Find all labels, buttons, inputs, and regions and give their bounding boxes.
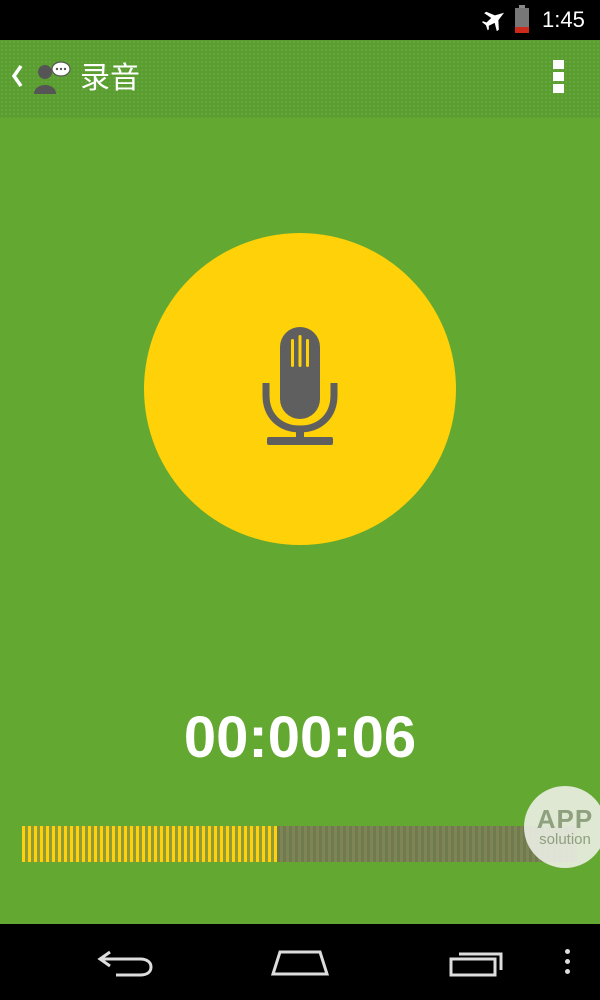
audio-level-fill	[22, 826, 278, 862]
elapsed-timer: 00:00:06	[183, 705, 417, 770]
recorder-panel: 00:00:06 APP solution	[0, 118, 600, 924]
status-bar: 1:45	[0, 0, 600, 40]
page-title: 录音	[80, 61, 140, 96]
recents-icon[interactable]	[448, 948, 506, 978]
watermark-top: APP	[536, 804, 594, 834]
watermark-logo: APP solution	[524, 786, 600, 868]
home-icon[interactable]	[270, 948, 330, 978]
menu-icon[interactable]	[563, 949, 571, 979]
microphone-icon	[262, 327, 338, 445]
back-icon[interactable]	[96, 948, 154, 978]
app-logo-icon[interactable]	[32, 60, 72, 96]
back-chevron-icon[interactable]	[10, 64, 24, 88]
audio-level-meter	[22, 826, 577, 862]
watermark-bottom: solution	[539, 831, 591, 848]
status-time: 1:45	[542, 7, 585, 32]
system-nav-bar	[0, 924, 600, 1000]
record-button[interactable]	[144, 233, 456, 545]
airplane-mode-icon	[482, 11, 505, 31]
battery-icon	[515, 5, 529, 33]
app-bar: 录音	[0, 40, 600, 118]
overflow-menu-icon[interactable]	[550, 60, 566, 100]
